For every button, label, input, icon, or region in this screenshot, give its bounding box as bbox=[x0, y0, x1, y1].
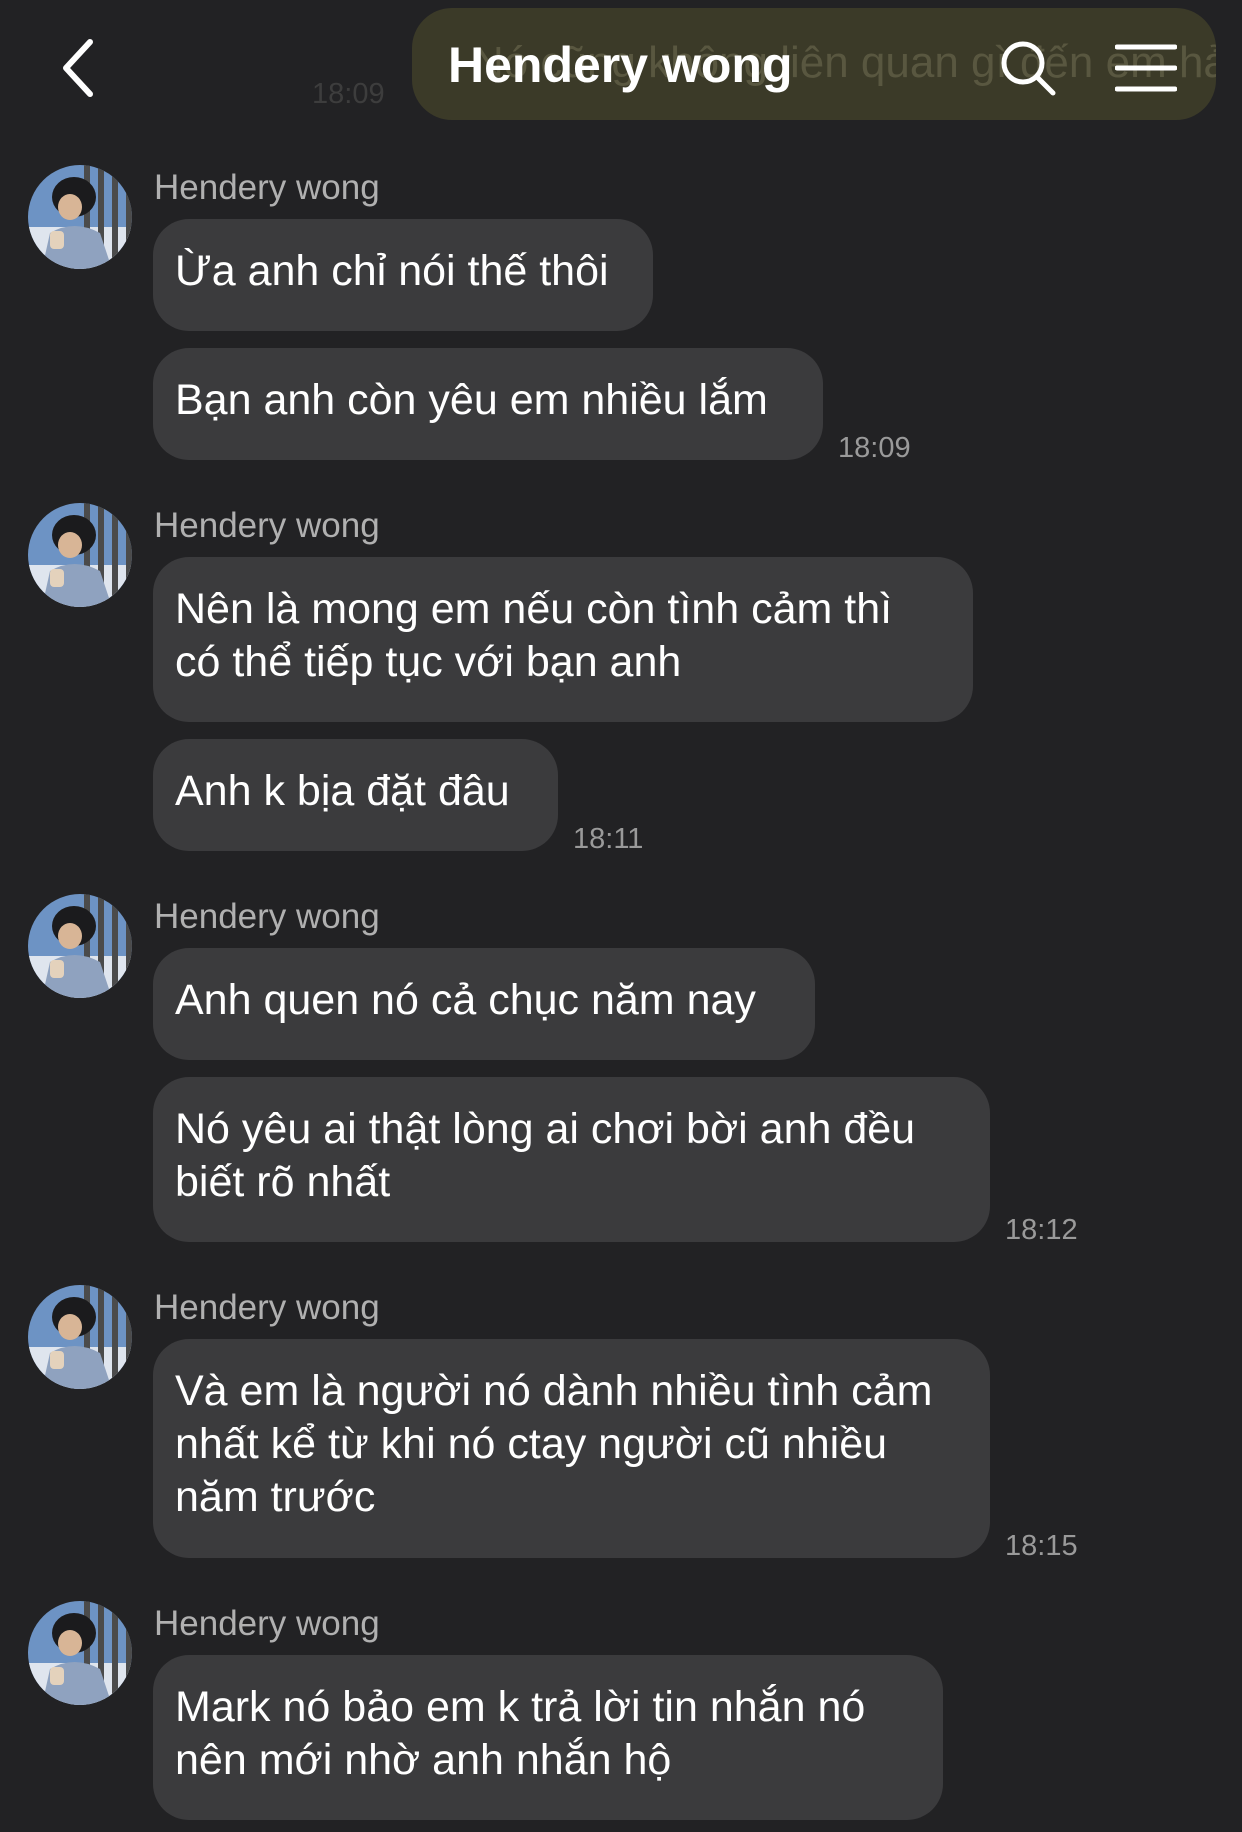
hidden-message-time: 18:09 bbox=[312, 78, 385, 110]
message-text: Anh k bịa đặt đâu bbox=[175, 767, 510, 815]
message-line: Mark nó bảo em k trả lời tin nhắn nó bbox=[175, 1683, 866, 1731]
message-line: nhất kể từ khi nó ctay người cũ nhiều bbox=[175, 1420, 888, 1468]
avatar-image bbox=[28, 894, 132, 998]
avatar[interactable] bbox=[28, 894, 132, 998]
message-bubble[interactable]: Anh quen nó cả chục năm nay bbox=[145, 948, 815, 1060]
message-line: biết rõ nhất bbox=[175, 1158, 391, 1206]
message-text: Bạn anh còn yêu em nhiều lắm bbox=[175, 376, 768, 424]
sender-name: Hendery wong bbox=[154, 1288, 380, 1327]
sender-name: Hendery wong bbox=[154, 506, 380, 545]
sender-name: Hendery wong bbox=[154, 1604, 380, 1643]
back-button[interactable] bbox=[40, 30, 116, 106]
message-line: Nên là mong em nếu còn tình cảm thì bbox=[175, 585, 893, 633]
search-icon bbox=[1001, 41, 1056, 96]
message-bubble[interactable]: Nó yêu ai thật lòng ai chơi bời anh đều … bbox=[153, 1077, 990, 1242]
chevron-left-icon bbox=[63, 39, 93, 97]
avatar-image bbox=[28, 1285, 132, 1389]
avatar-image bbox=[28, 503, 132, 607]
message-time: 18:12 bbox=[1005, 1214, 1078, 1246]
message-bubble[interactable]: Nên là mong em nếu còn tình cảm thì có t… bbox=[145, 557, 973, 722]
message-bubble[interactable]: Và em là người nó dành nhiều tình cảm nh… bbox=[145, 1339, 990, 1558]
message-text: Ừa anh chỉ nói thế thôi bbox=[175, 247, 609, 295]
search-button[interactable] bbox=[990, 30, 1066, 106]
hamburger-menu-icon bbox=[1115, 44, 1177, 92]
avatar[interactable] bbox=[28, 165, 132, 269]
message-line: năm trước bbox=[175, 1473, 376, 1521]
message-line: có thể tiếp tục với bạn anh bbox=[175, 638, 682, 686]
message-bubble[interactable]: Bạn anh còn yêu em nhiều lắm bbox=[153, 348, 823, 460]
avatar-image bbox=[28, 1601, 132, 1705]
message-line: nên mới nhờ anh nhắn hộ bbox=[175, 1736, 672, 1784]
message-bubble[interactable]: Anh k bịa đặt đâu bbox=[153, 739, 558, 851]
menu-button[interactable] bbox=[1108, 30, 1184, 106]
sender-name: Hendery wong bbox=[154, 168, 380, 207]
sender-name: Hendery wong bbox=[154, 897, 380, 936]
message-line: Và em là người nó dành nhiều tình cảm bbox=[175, 1367, 933, 1415]
avatar[interactable] bbox=[28, 1285, 132, 1389]
avatar-image bbox=[28, 165, 132, 269]
message-line: Nó yêu ai thật lòng ai chơi bời anh đều bbox=[175, 1105, 916, 1153]
message-text: Anh quen nó cả chục năm nay bbox=[175, 976, 756, 1024]
message-bubble[interactable]: Mark nó bảo em k trả lời tin nhắn nó nên… bbox=[145, 1655, 943, 1820]
message-time: 18:15 bbox=[1005, 1530, 1078, 1562]
message-time: 18:11 bbox=[573, 823, 644, 855]
message-bubble[interactable]: Ừa anh chỉ nói thế thôi bbox=[145, 219, 653, 331]
avatar[interactable] bbox=[28, 503, 132, 607]
message-time: 18:09 bbox=[838, 432, 911, 464]
avatar[interactable] bbox=[28, 1601, 132, 1705]
chat-header: Nó cũng không liên quan gì đến em hả? 18… bbox=[0, 0, 1242, 130]
chat-title: Hendery wong bbox=[448, 37, 793, 93]
